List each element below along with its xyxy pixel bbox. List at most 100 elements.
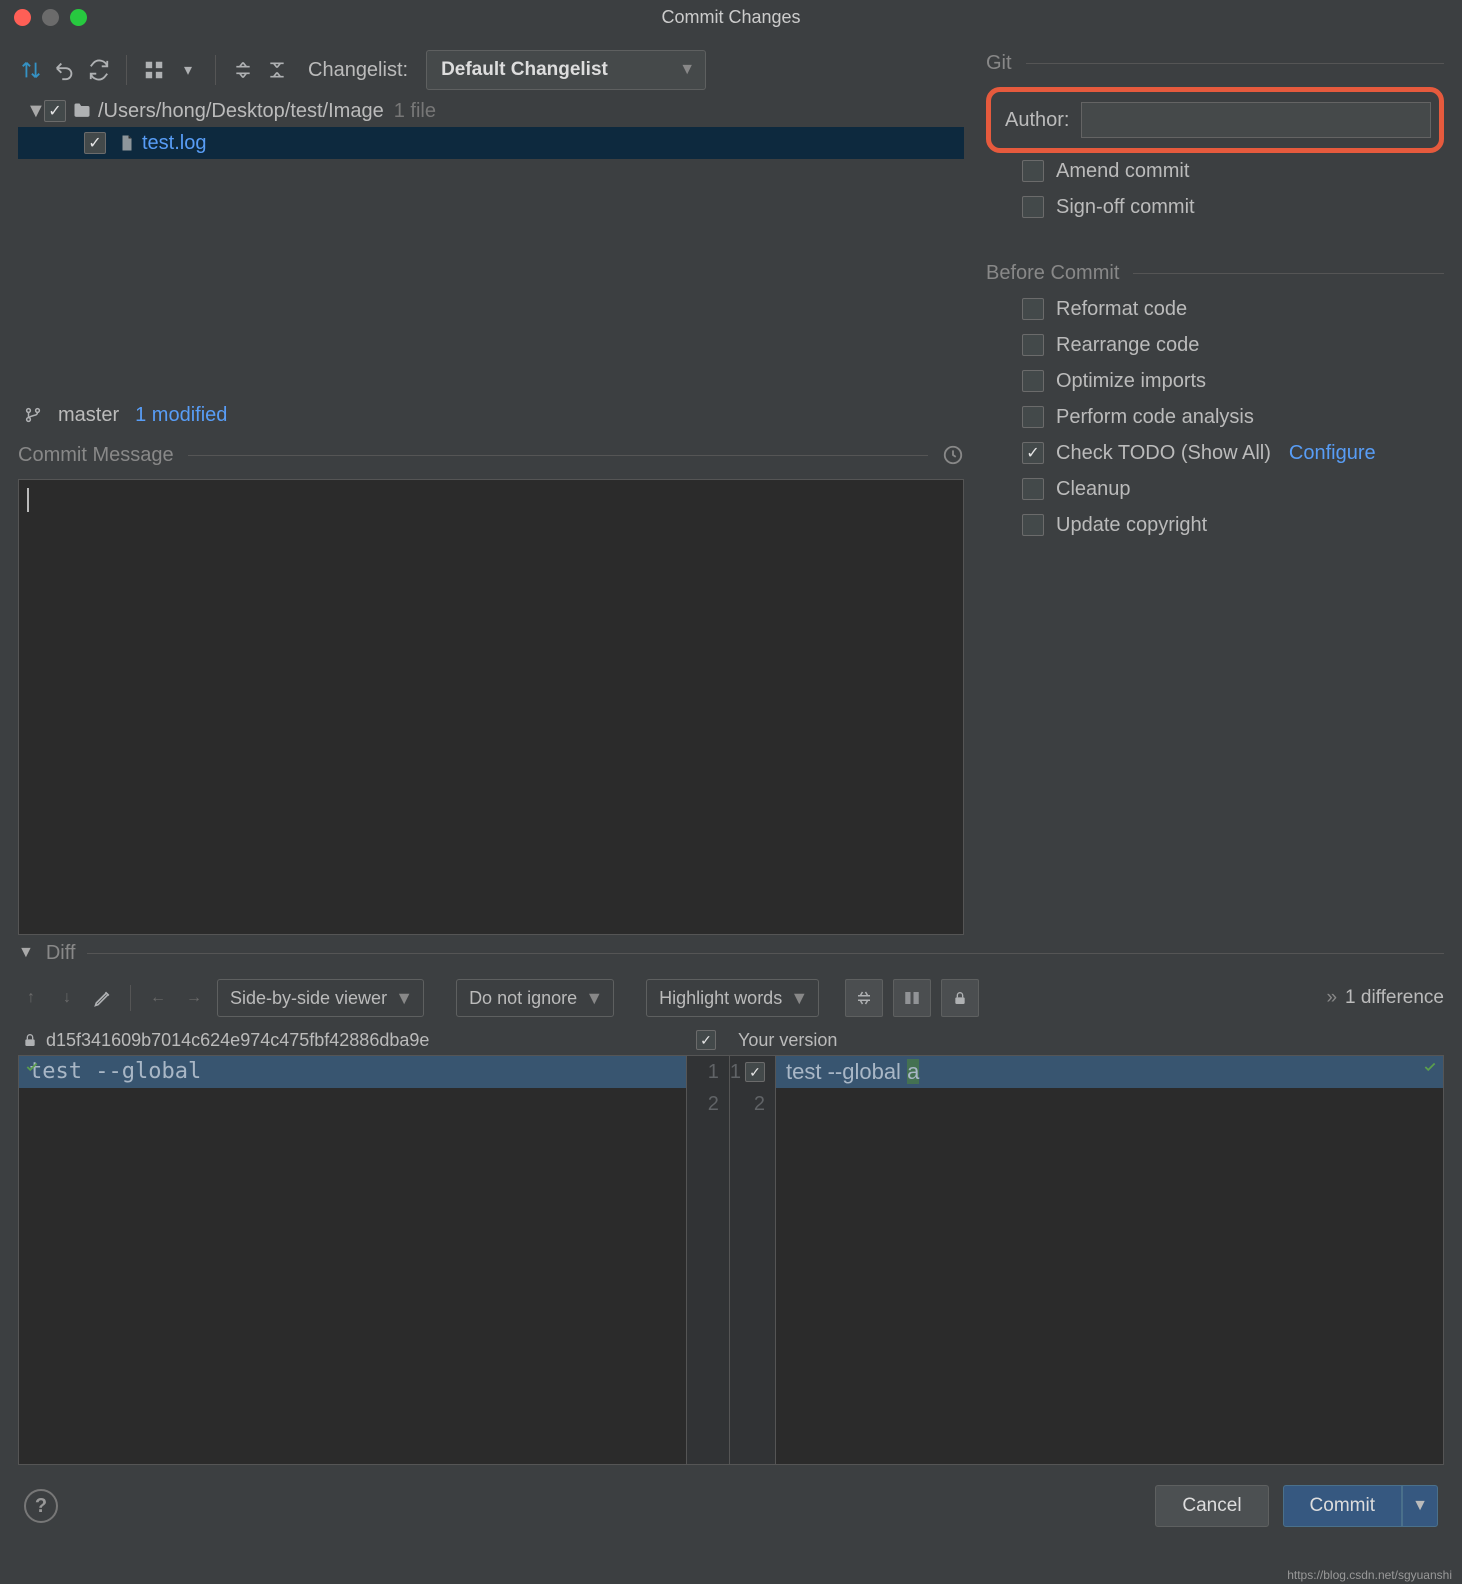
checkbox[interactable] <box>1022 334 1044 356</box>
cancel-button[interactable]: Cancel <box>1155 1485 1268 1527</box>
commit-sha: d15f341609b7014c624e974c475fbf42886dba9e <box>46 1030 429 1051</box>
check-icon <box>1420 1060 1440 1074</box>
checkbox[interactable] <box>84 132 106 154</box>
check-icon <box>22 1060 42 1074</box>
history-icon[interactable] <box>942 444 964 466</box>
line-number-row: 1 <box>730 1056 765 1088</box>
toolbar: ▾ Changelist: Default Changelist ▼ <box>18 45 964 95</box>
tree-caret-icon[interactable]: ▼ <box>18 944 34 962</box>
checkbox[interactable] <box>1022 298 1044 320</box>
your-version-label: Your version <box>738 1030 837 1051</box>
reformat-option[interactable]: Reformat code <box>986 291 1444 327</box>
file-tree: ▼ /Users/hong/Desktop/test/Image 1 file … <box>18 95 964 395</box>
diff-right-pane[interactable]: test --global a <box>776 1056 1443 1464</box>
chevrons-icon: » <box>1326 987 1337 1008</box>
expand-all-icon[interactable] <box>230 57 256 83</box>
amend-commit-option[interactable]: Amend commit <box>986 153 1444 189</box>
ignore-mode-dropdown[interactable]: Do not ignore▼ <box>456 979 614 1017</box>
rearrange-option[interactable]: Rearrange code <box>986 327 1444 363</box>
checkbox[interactable] <box>1022 160 1044 182</box>
prev-diff-icon[interactable]: ↑ <box>18 985 44 1011</box>
code-line: test --global a <box>776 1056 1443 1088</box>
separator-line <box>1133 273 1444 274</box>
checkbox[interactable] <box>1022 478 1044 500</box>
line-number: 1 <box>687 1056 719 1088</box>
todo-option[interactable]: Check TODO (Show All) Configure <box>986 435 1444 471</box>
collapse-unchanged-icon[interactable] <box>845 979 883 1017</box>
edit-icon[interactable] <box>90 985 116 1011</box>
lock-icon <box>22 1032 38 1048</box>
viewer-mode-dropdown[interactable]: Side-by-side viewer▼ <box>217 979 424 1017</box>
code-text: test --global <box>786 1059 907 1084</box>
tree-root-row[interactable]: ▼ /Users/hong/Desktop/test/Image 1 file <box>18 95 964 127</box>
option-label: Check TODO (Show All) <box>1056 442 1271 465</box>
changelist-dropdown[interactable]: Default Changelist ▼ <box>426 50 706 90</box>
commit-button[interactable]: Commit <box>1283 1485 1402 1527</box>
diff-label: Diff <box>46 942 76 965</box>
checkbox[interactable] <box>1022 514 1044 536</box>
refresh-icon[interactable] <box>86 57 112 83</box>
tree-root-path: /Users/hong/Desktop/test/Image <box>98 100 384 123</box>
maximize-window-button[interactable] <box>70 9 87 26</box>
help-button[interactable]: ? <box>24 1489 58 1523</box>
minimize-window-button[interactable] <box>42 9 59 26</box>
configure-link[interactable]: Configure <box>1289 442 1376 465</box>
chevron-down-icon: ▼ <box>585 988 603 1009</box>
collapse-all-icon[interactable] <box>264 57 290 83</box>
analysis-option[interactable]: Perform code analysis <box>986 399 1444 435</box>
checkbox[interactable] <box>1022 442 1044 464</box>
cleanup-option[interactable]: Cleanup <box>986 471 1444 507</box>
window-title: Commit Changes <box>661 7 800 28</box>
signoff-commit-option[interactable]: Sign-off commit <box>986 189 1444 225</box>
separator-line <box>188 455 928 456</box>
highlight-mode-dropdown[interactable]: Highlight words▼ <box>646 979 819 1017</box>
option-label: Rearrange code <box>1056 334 1199 357</box>
tree-caret-icon[interactable]: ▼ <box>26 100 44 123</box>
checkbox[interactable] <box>44 100 66 122</box>
checkbox[interactable] <box>1022 370 1044 392</box>
undo-icon[interactable] <box>52 57 78 83</box>
checkbox[interactable] <box>696 1030 716 1050</box>
line-number: 1 <box>730 1056 741 1088</box>
diff-count: »1 difference <box>1326 987 1444 1009</box>
diff-header[interactable]: ▼ Diff <box>18 935 1444 971</box>
next-diff-icon[interactable]: ↓ <box>54 985 80 1011</box>
forward-icon[interactable]: → <box>181 985 207 1011</box>
caret-down-icon[interactable]: ▾ <box>175 57 201 83</box>
diff-left-pane[interactable]: test --global <box>19 1056 686 1464</box>
back-icon[interactable]: ← <box>145 985 171 1011</box>
separator <box>215 55 216 85</box>
lock-icon[interactable] <box>941 979 979 1017</box>
option-label: Reformat code <box>1056 298 1187 321</box>
file-icon <box>118 134 136 152</box>
close-window-button[interactable] <box>14 9 31 26</box>
changelist-label: Changelist: <box>308 59 408 82</box>
tree-file-row[interactable]: test.log <box>18 127 964 159</box>
diff-body: test --global 1 2 1 2 test --global a <box>18 1055 1444 1465</box>
checkbox[interactable] <box>1022 196 1044 218</box>
author-label: Author: <box>1005 109 1069 132</box>
option-label: Update copyright <box>1056 514 1207 537</box>
sync-scroll-icon[interactable] <box>893 979 931 1017</box>
group-icon[interactable] <box>141 57 167 83</box>
commit-dropdown-caret[interactable]: ▼ <box>1402 1485 1438 1527</box>
branch-modified-count[interactable]: 1 modified <box>135 404 227 427</box>
separator <box>130 985 131 1011</box>
titlebar: Commit Changes <box>0 0 1462 35</box>
checkbox[interactable] <box>745 1062 765 1082</box>
before-commit-header: Before Commit <box>986 255 1444 291</box>
swap-icon[interactable] <box>18 57 44 83</box>
left-line-numbers: 1 2 <box>687 1056 730 1464</box>
copyright-option[interactable]: Update copyright <box>986 507 1444 543</box>
tree-file-count: 1 file <box>394 100 436 123</box>
line-number: 2 <box>687 1088 719 1120</box>
branch-name: master <box>58 404 119 427</box>
author-input[interactable] <box>1081 102 1431 138</box>
optimize-option[interactable]: Optimize imports <box>986 363 1444 399</box>
option-label: Cleanup <box>1056 478 1131 501</box>
branch-status-row: master 1 modified <box>18 395 964 435</box>
diff-section: ▼ Diff ↑ ↓ ← → Side-by-side viewer▼ Do n… <box>0 935 1462 1475</box>
checkbox[interactable] <box>1022 406 1044 428</box>
before-commit-title: Before Commit <box>986 262 1119 285</box>
commit-message-textarea[interactable] <box>18 479 964 935</box>
